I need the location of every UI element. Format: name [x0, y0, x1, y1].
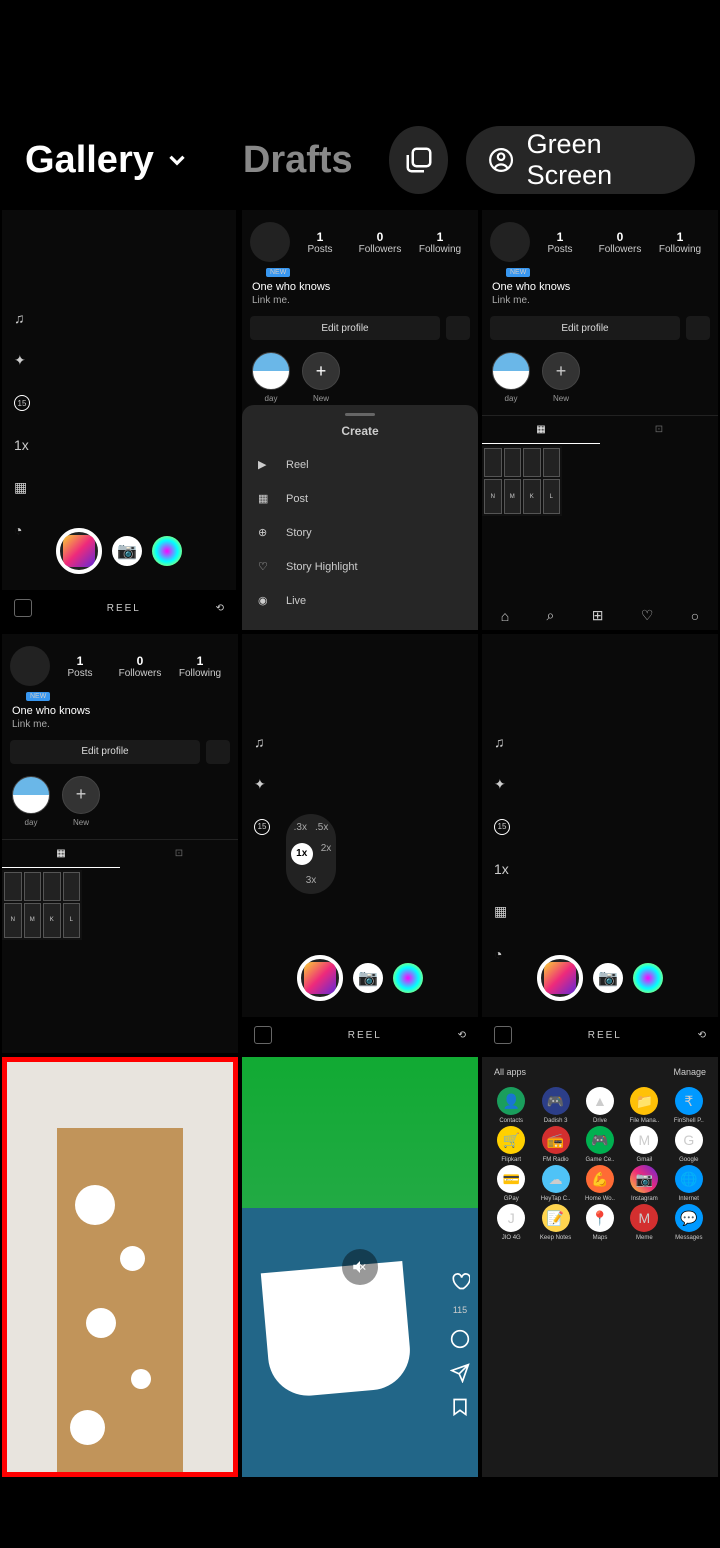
thumbnail-6[interactable]: ♫✦ 15 1x ▦◔ 📷 REEL ⟲ — [482, 634, 718, 1054]
speed-label: 1x — [14, 437, 30, 453]
app-contacts: 👤Contacts — [490, 1087, 532, 1124]
app-finshellp: ₹FinShell P.. — [668, 1087, 710, 1124]
app-google: GGoogle — [668, 1126, 710, 1163]
app-gmail: MGmail — [623, 1126, 665, 1163]
green-screen-label: Green Screen — [527, 129, 673, 191]
app-heytapc: ☁HeyTap C.. — [534, 1165, 576, 1202]
app-drive: ▲Drive — [579, 1087, 621, 1124]
flip-icon: ⟲ — [216, 603, 224, 614]
avatar — [490, 222, 530, 262]
grid-tab-icon: ▦ — [482, 416, 600, 444]
countdown-icon: ◔ — [14, 522, 30, 538]
timer-icon: 15 — [14, 395, 30, 411]
thumbnail-8[interactable]: 115 — [242, 1057, 478, 1477]
effect-1: 📷 — [112, 536, 142, 566]
comment-icon — [450, 1329, 470, 1349]
stack-icon — [404, 145, 434, 175]
save-icon — [450, 1397, 470, 1417]
reel-actions: 115 — [450, 1271, 470, 1417]
avatar — [250, 222, 290, 262]
capture-button — [56, 528, 102, 574]
app-keepnotes: 📝Keep Notes — [534, 1204, 576, 1241]
share-icon — [450, 1363, 470, 1383]
app-meme: MMeme — [623, 1204, 665, 1241]
new-badge: NEW — [266, 268, 290, 277]
app-flipkart: 🛒Flipkart — [490, 1126, 532, 1163]
app-fmradio: 📻FM Radio — [534, 1126, 576, 1163]
app-gpay: 💳GPay — [490, 1165, 532, 1202]
tagged-tab-icon: ⊡ — [600, 416, 718, 444]
media-grid: ♫ ✦ 15 1x ▦ ◔ 📷 REEL ⟲ 1Posts 0Followers… — [0, 210, 720, 1477]
effects-icon: ✦ — [14, 352, 30, 369]
app-homewo: 💪Home Wo.. — [579, 1165, 621, 1202]
like-count: 115 — [453, 1305, 467, 1315]
app-gamece: 🎮Game Ce.. — [579, 1126, 621, 1163]
create-bottom-sheet: Create ▶Reel ▦Post ⊕Story ♡Story Highlig… — [242, 405, 478, 630]
app-jio4g: JJIO 4G — [490, 1204, 532, 1241]
edit-profile-button: Edit profile — [250, 316, 440, 340]
multi-select-button[interactable] — [389, 126, 449, 194]
thumbnail-1[interactable]: ♫ ✦ 15 1x ▦ ◔ 📷 REEL ⟲ — [2, 210, 236, 626]
thumbnail-7-selected[interactable] — [2, 1057, 238, 1477]
app-dadish3: 🎮Dadish 3 — [534, 1087, 576, 1124]
thumbnail-3[interactable]: 1Posts 0Followers 1Following NEW One who… — [482, 210, 718, 630]
person-circle-icon — [488, 145, 514, 175]
manage-label: Manage — [673, 1067, 706, 1077]
mute-icon — [342, 1249, 378, 1285]
drafts-tab[interactable]: Drafts — [243, 139, 353, 182]
gallery-dropdown[interactable]: Gallery — [25, 139, 190, 182]
all-apps-label: All apps — [494, 1067, 526, 1077]
camera-sidebar: ♫ ✦ 15 1x ▦ ◔ — [14, 310, 30, 538]
chevron-down-icon — [164, 147, 190, 173]
gallery-icon — [14, 599, 32, 617]
speed-selector: .3x.5x 1x2x 3x — [286, 814, 336, 894]
thumbnail-2[interactable]: 1Posts 0Followers 1Following NEW One who… — [242, 210, 478, 630]
thumbnail-5[interactable]: ♫✦ 15 .3x.5x 1x2x 3x 📷 REEL ⟲ — [242, 634, 478, 1054]
app-instagram: 📷Instagram — [623, 1165, 665, 1202]
effect-2 — [152, 536, 182, 566]
header: Gallery Drafts Green Screen — [0, 0, 720, 210]
green-screen-button[interactable]: Green Screen — [466, 126, 695, 194]
gallery-label: Gallery — [25, 139, 154, 182]
discover-people-icon — [446, 316, 470, 340]
thumbnail-9[interactable]: All apps Manage 👤Contacts🎮Dadish 3▲Drive… — [482, 1057, 718, 1477]
heart-icon — [450, 1271, 470, 1291]
reel-label: REEL — [107, 603, 141, 614]
app-messages: 💬Messages — [668, 1204, 710, 1241]
app-internet: 🌐Internet — [668, 1165, 710, 1202]
app-filemana: 📁File Mana.. — [623, 1087, 665, 1124]
layout-icon: ▦ — [14, 479, 30, 496]
app-maps: 📍Maps — [579, 1204, 621, 1241]
music-icon: ♫ — [14, 310, 30, 326]
thumbnail-4[interactable]: 1Posts 0Followers 1Following NEW One who… — [2, 634, 238, 1054]
